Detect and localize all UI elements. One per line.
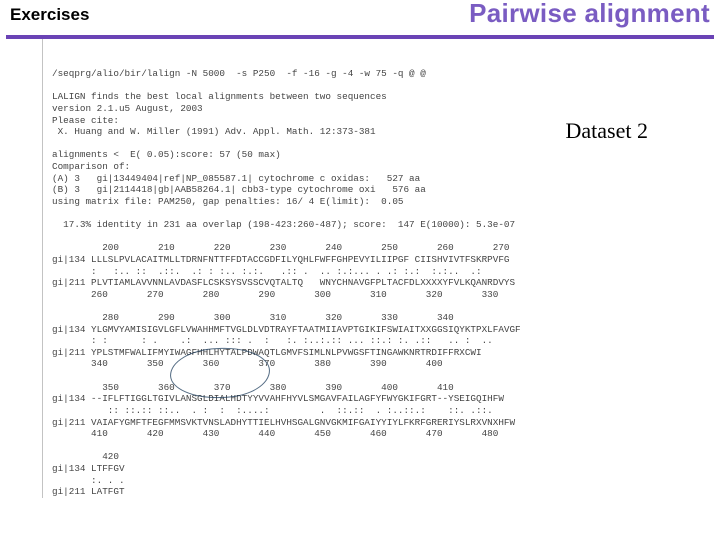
left-margin-rule: [42, 39, 43, 498]
aln-seq-b: gi|211 PLVTIAMLAVVNNLAVDASFLCSKSYSVSSCVQ…: [52, 277, 515, 288]
aln-seq-a: gi|134 LLLSLPVLACAITMLLTDRNFNTTFFDTACCGD…: [52, 254, 509, 265]
alignments-line: alignments < E( 0.05):score: 57 (50 max): [52, 149, 281, 160]
ruler: 350 360 370 380 390 400 410: [52, 382, 454, 393]
aln-match: : : : . .: ... ::: . : :. :..:.:: ... ::…: [52, 335, 493, 346]
command-line: /seqprg/alio/bir/lalign -N 5000 -s P250 …: [52, 68, 426, 79]
matrix-line: using matrix file: PAM250, gap penalties…: [52, 196, 403, 207]
sequence-a: (A) 3 gi|13449404|ref|NP_085587.1| cytoc…: [52, 173, 420, 184]
page-title: Pairwise alignment: [469, 0, 710, 29]
aln-seq-b: gi|211 VAIAFYGMFTFEGFMMSVKTVNSLADHYTTIEL…: [52, 417, 515, 428]
terminal-output: /seqprg/alio/bir/lalign -N 5000 -s P250 …: [0, 39, 720, 498]
intro-line: LALIGN finds the best local alignments b…: [52, 91, 387, 102]
aln-match: : :.. :: .::. .: : :.. :.:. .:: . .. :.:…: [52, 266, 482, 277]
ruler: 260 270 280 290 300 310 320 330: [52, 289, 498, 300]
cite-ref: X. Huang and W. Miller (1991) Adv. Appl.…: [52, 126, 376, 137]
aln-seq-b: gi|211 YPLSTMFWALIFMYIWAGFHHLHYTALPDWAQT…: [52, 347, 482, 358]
aln-seq-a: gi|134 YLGMVYAMISIGVLGFLVWAHHMFTVGLDLVDT…: [52, 324, 521, 335]
aln-seq-a: gi|134 LTFFGV: [52, 463, 125, 474]
comparison-label: Comparison of:: [52, 161, 130, 172]
dataset-callout: Dataset 2: [566, 118, 648, 144]
header-section-label: Exercises: [10, 5, 89, 25]
ruler: 200 210 220 230 240 250 260 270: [52, 242, 509, 253]
ruler: 340 350 360 370 380 390 400: [52, 358, 443, 369]
aln-seq-b: gi|211 LATFGT: [52, 486, 125, 497]
ruler: 420: [52, 451, 119, 462]
aln-match: :: ::.:: ::.. . : : :....: . ::.:: . :..…: [52, 405, 493, 416]
sequence-b: (B) 3 gi|2114418|gb|AAB58264.1| cbb3-typ…: [52, 184, 426, 195]
cite-label: Please cite:: [52, 115, 119, 126]
ruler: 280 290 300 310 320 330 340: [52, 312, 454, 323]
version-line: version 2.1.u5 August, 2003: [52, 103, 203, 114]
identity-line: 17.3% identity in 231 aa overlap (198-42…: [52, 219, 515, 230]
aln-seq-a: gi|134 --IFLFTIGGLTGIVLANSGLDIALHDTYYVVA…: [52, 393, 504, 404]
ruler: 410 420 430 440 450 460 470 480: [52, 428, 498, 439]
aln-match: :. . .: [52, 475, 125, 486]
slide-header: Exercises Pairwise alignment: [0, 0, 720, 39]
